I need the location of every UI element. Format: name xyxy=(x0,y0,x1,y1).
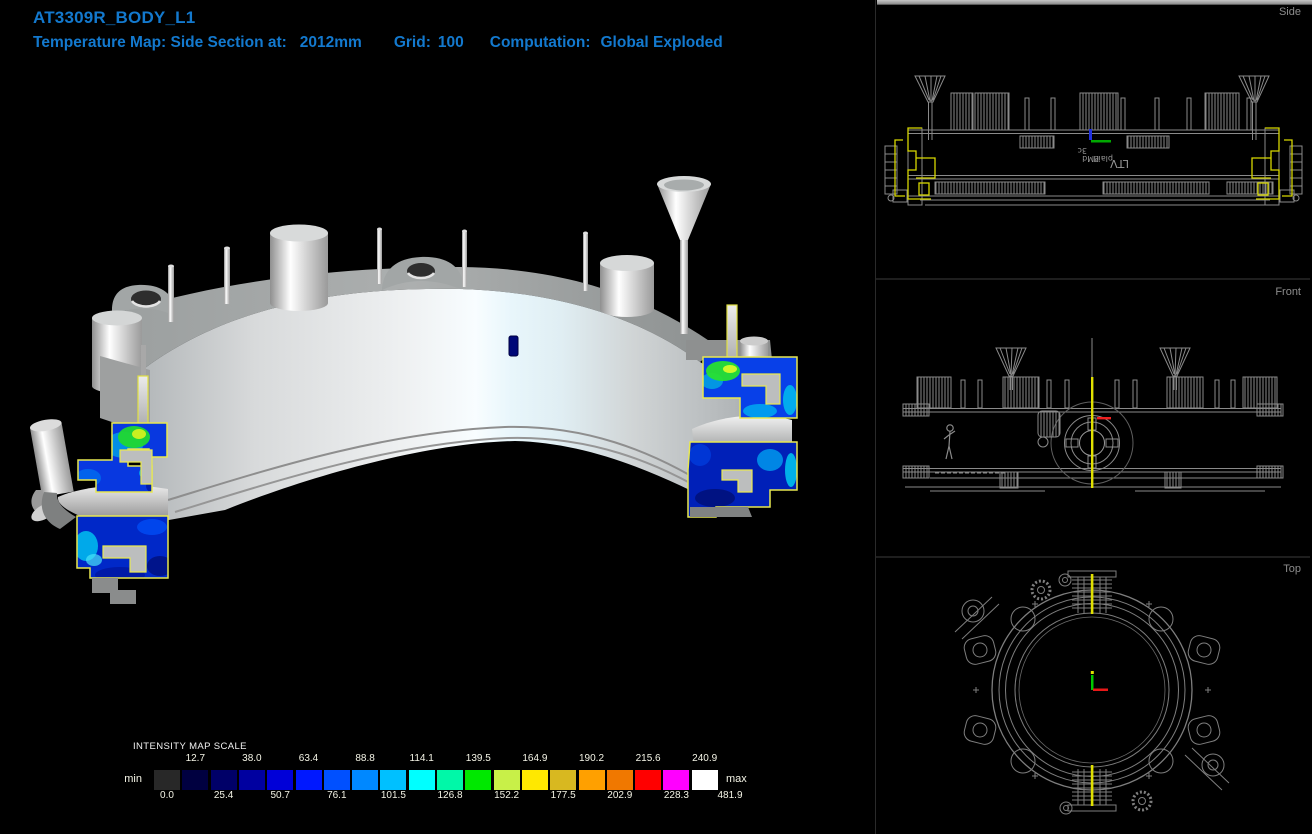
axis-x-marker xyxy=(1097,417,1111,420)
section-position-value: 2012mm xyxy=(299,34,362,51)
main-3d-viewport[interactable] xyxy=(0,0,875,834)
axis-y-marker-top xyxy=(1091,675,1094,690)
scale-figure xyxy=(943,424,956,460)
mirrored-cad-text: 3c PMd plaid LTV xyxy=(1078,146,1130,170)
front-view-label: Front xyxy=(1275,286,1301,298)
side-view-label: Side xyxy=(1278,6,1301,18)
section-plane-top-mark xyxy=(1090,574,1094,614)
header: AT3309R_BODY_L1 Temperature Map: Side Se… xyxy=(33,8,723,52)
top-view-label: Top xyxy=(1283,563,1301,575)
svg-text:LTV: LTV xyxy=(1110,157,1129,170)
grid-value: 100 xyxy=(437,34,464,51)
svg-text:3c: 3c xyxy=(1078,146,1088,155)
side-view-panel[interactable]: Side 3c PMd plaid LTV xyxy=(875,0,1312,279)
section-pin-left xyxy=(141,345,146,377)
riser-cylinder-center xyxy=(270,224,328,311)
axis-origin-dot xyxy=(1090,671,1094,674)
computation-label: Computation: xyxy=(489,34,591,51)
computation-value: Global Exploded xyxy=(600,34,723,51)
application-window: AT3309R_BODY_L1 Temperature Map: Side Se… xyxy=(0,0,1312,834)
section-plane-line xyxy=(1091,377,1094,488)
grid-label: Grid: xyxy=(393,34,431,51)
view-subtitle: Temperature Map: Side Section at: 2012mm G… xyxy=(33,34,723,52)
axis-x-marker-top xyxy=(1093,688,1108,691)
svg-text:plaid: plaid xyxy=(1093,154,1113,163)
panel-divider-vertical xyxy=(875,0,876,834)
section-plane-bottom-mark xyxy=(1090,765,1094,806)
map-type-label: Temperature Map: Side Section at: xyxy=(33,34,287,51)
front-view-panel[interactable]: Front xyxy=(875,280,1312,557)
section-stem-left xyxy=(137,375,149,425)
axis-y-marker xyxy=(1091,140,1111,143)
page-title: AT3309R_BODY_L1 xyxy=(33,8,196,27)
top-view-panel[interactable]: Top xyxy=(875,557,1312,834)
probe-marker[interactable] xyxy=(508,335,519,357)
window-edge-strip xyxy=(877,0,1312,5)
side-view-drawing[interactable]: 3c PMd plaid LTV xyxy=(875,0,1312,279)
top-view-drawing[interactable] xyxy=(875,557,1312,834)
mold-tail-right xyxy=(690,507,752,517)
riser-cylinder-right xyxy=(600,255,654,317)
front-view-drawing[interactable] xyxy=(875,280,1312,557)
axis-z-marker xyxy=(1089,129,1092,140)
section-stem-right xyxy=(726,304,738,360)
orientation-panel-column: Side 3c PMd plaid LTV Front Top xyxy=(875,0,1312,834)
